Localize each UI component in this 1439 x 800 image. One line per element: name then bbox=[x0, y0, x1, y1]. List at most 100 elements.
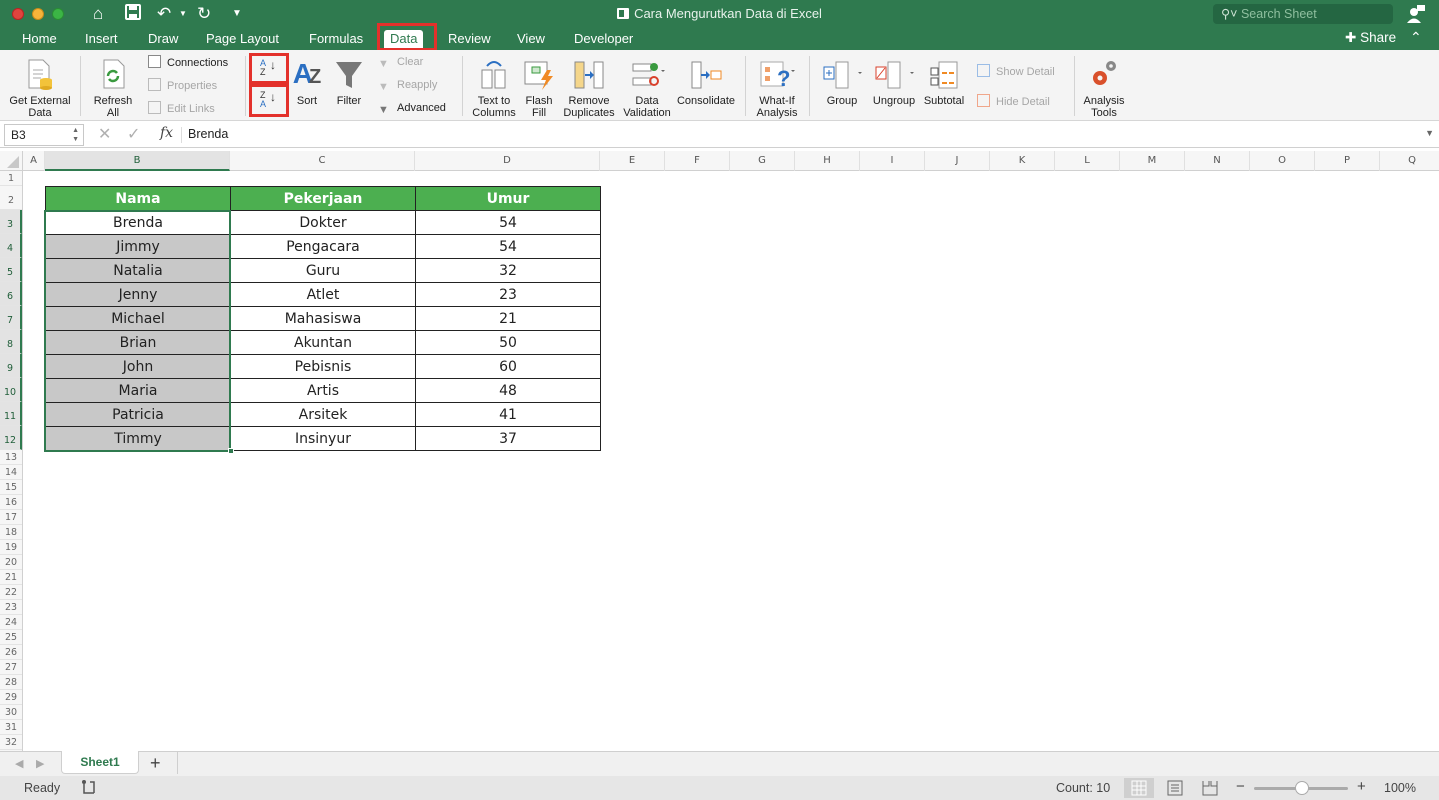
subtotal-button[interactable]: Subtotal bbox=[920, 58, 968, 107]
zoom-level[interactable]: 100% bbox=[1384, 781, 1416, 795]
share-button[interactable]: ✚ Share bbox=[1345, 29, 1396, 47]
cell-pekerjaan[interactable]: Insinyur bbox=[230, 426, 416, 451]
connections-button[interactable]: Connections bbox=[148, 55, 228, 70]
sheet-tab-sheet1[interactable]: Sheet1 bbox=[61, 751, 139, 774]
column-header-q[interactable]: Q bbox=[1380, 151, 1439, 171]
data-validation-button[interactable]: Data Validation bbox=[620, 58, 674, 119]
text-to-columns-button[interactable]: Text to Columns bbox=[468, 58, 520, 119]
tab-developer[interactable]: Developer bbox=[568, 30, 639, 49]
cell-pekerjaan[interactable]: Akuntan bbox=[230, 330, 416, 355]
row-header-31[interactable]: 31 bbox=[0, 720, 22, 735]
column-header-e[interactable]: E bbox=[600, 151, 665, 171]
row-header-11[interactable]: 11 bbox=[0, 402, 22, 426]
cell-umur[interactable]: 50 bbox=[415, 330, 601, 355]
cell-nama[interactable]: John bbox=[45, 354, 231, 379]
get-external-data-button[interactable]: Get External Data bbox=[4, 58, 76, 119]
row-header-4[interactable]: 4 bbox=[0, 234, 22, 258]
group-button[interactable]: Group bbox=[818, 58, 866, 107]
row-header-28[interactable]: 28 bbox=[0, 675, 22, 690]
fill-handle[interactable] bbox=[228, 448, 234, 454]
column-header-h[interactable]: H bbox=[795, 151, 860, 171]
row-header-8[interactable]: 8 bbox=[0, 330, 22, 354]
column-header-l[interactable]: L bbox=[1055, 151, 1120, 171]
row-header-1[interactable]: 1 bbox=[0, 171, 22, 186]
cell-umur[interactable]: 23 bbox=[415, 282, 601, 307]
insert-function-button[interactable]: fx bbox=[160, 125, 173, 141]
row-header-21[interactable]: 21 bbox=[0, 570, 22, 585]
row-header-26[interactable]: 26 bbox=[0, 645, 22, 660]
row-header-19[interactable]: 19 bbox=[0, 540, 22, 555]
column-header-m[interactable]: M bbox=[1120, 151, 1185, 171]
edit-links-button[interactable]: Edit Links bbox=[148, 101, 215, 116]
row-header-9[interactable]: 9 bbox=[0, 354, 22, 378]
row-header-30[interactable]: 30 bbox=[0, 705, 22, 720]
cell-umur[interactable]: 32 bbox=[415, 258, 601, 283]
formula-input[interactable]: Brenda bbox=[188, 127, 228, 141]
cancel-icon[interactable]: ✕ bbox=[98, 124, 111, 144]
select-all-button[interactable] bbox=[0, 151, 23, 171]
cell-nama[interactable]: Jenny bbox=[45, 282, 231, 307]
flash-fill-button[interactable]: Flash Fill bbox=[521, 58, 557, 119]
sort-button[interactable]: AZ Sort bbox=[292, 58, 322, 107]
row-header-18[interactable]: 18 bbox=[0, 525, 22, 540]
row-header-29[interactable]: 29 bbox=[0, 690, 22, 705]
cell-nama[interactable]: Brenda bbox=[45, 210, 231, 235]
collapse-ribbon-icon[interactable]: ⌃ bbox=[1410, 29, 1422, 46]
column-header-g[interactable]: G bbox=[730, 151, 795, 171]
row-header-6[interactable]: 6 bbox=[0, 282, 22, 306]
row-header-23[interactable]: 23 bbox=[0, 600, 22, 615]
normal-view-button[interactable] bbox=[1124, 778, 1154, 798]
row-header-24[interactable]: 24 bbox=[0, 615, 22, 630]
cell-pekerjaan[interactable]: Pebisnis bbox=[230, 354, 416, 379]
row-header-17[interactable]: 17 bbox=[0, 510, 22, 525]
refresh-all-button[interactable]: Refresh All bbox=[87, 58, 139, 119]
row-header-25[interactable]: 25 bbox=[0, 630, 22, 645]
zoom-out-button[interactable]: − bbox=[1236, 778, 1245, 795]
cell-nama[interactable]: Natalia bbox=[45, 258, 231, 283]
tab-draw[interactable]: Draw bbox=[142, 30, 184, 49]
row-header-2[interactable]: 2 bbox=[0, 186, 22, 210]
zoom-slider-thumb[interactable] bbox=[1295, 781, 1309, 795]
cell-umur[interactable]: 41 bbox=[415, 402, 601, 427]
row-header-20[interactable]: 20 bbox=[0, 555, 22, 570]
column-header-i[interactable]: I bbox=[860, 151, 925, 171]
header-pekerjaan[interactable]: Pekerjaan bbox=[230, 186, 416, 211]
page-break-view-button[interactable] bbox=[1195, 778, 1225, 798]
next-sheet-icon[interactable]: ▶ bbox=[36, 757, 44, 770]
row-header-10[interactable]: 10 bbox=[0, 378, 22, 402]
cell-umur[interactable]: 54 bbox=[415, 234, 601, 259]
column-header-a[interactable]: A bbox=[23, 151, 45, 171]
cell-nama[interactable]: Timmy bbox=[45, 426, 231, 451]
ungroup-button[interactable]: Ungroup bbox=[870, 58, 918, 107]
cell-nama[interactable]: Patricia bbox=[45, 402, 231, 427]
row-header-12[interactable]: 12 bbox=[0, 426, 22, 450]
cell-nama[interactable]: Brian bbox=[45, 330, 231, 355]
reapply-button[interactable]: ▼ Reapply bbox=[378, 78, 437, 93]
row-header-3[interactable]: 3 bbox=[0, 210, 22, 234]
row-header-15[interactable]: 15 bbox=[0, 480, 22, 495]
expand-formula-bar-icon[interactable]: ▼ bbox=[1425, 128, 1434, 138]
cell-pekerjaan[interactable]: Guru bbox=[230, 258, 416, 283]
clear-filter-button[interactable]: ▼ Clear bbox=[378, 55, 423, 70]
advanced-filter-button[interactable]: ▼ Advanced bbox=[378, 101, 446, 116]
what-if-analysis-button[interactable]: ? What-If Analysis bbox=[752, 58, 802, 119]
header-umur[interactable]: Umur bbox=[415, 186, 601, 211]
tab-home[interactable]: Home bbox=[16, 30, 63, 49]
cell-pekerjaan[interactable]: Dokter bbox=[230, 210, 416, 235]
row-header-22[interactable]: 22 bbox=[0, 585, 22, 600]
tab-review[interactable]: Review bbox=[442, 30, 497, 49]
row-header-5[interactable]: 5 bbox=[0, 258, 22, 282]
column-header-c[interactable]: C bbox=[230, 151, 415, 171]
cell-pekerjaan[interactable]: Arsitek bbox=[230, 402, 416, 427]
comments-icon[interactable] bbox=[1406, 4, 1426, 24]
row-header-14[interactable]: 14 bbox=[0, 465, 22, 480]
cell-umur[interactable]: 37 bbox=[415, 426, 601, 451]
row-header-7[interactable]: 7 bbox=[0, 306, 22, 330]
prev-sheet-icon[interactable]: ◀ bbox=[15, 757, 23, 770]
cell-nama[interactable]: Maria bbox=[45, 378, 231, 403]
row-header-32[interactable]: 32 bbox=[0, 735, 22, 750]
column-header-p[interactable]: P bbox=[1315, 151, 1380, 171]
cell-pekerjaan[interactable]: Atlet bbox=[230, 282, 416, 307]
cell-nama[interactable]: Michael bbox=[45, 306, 231, 331]
column-header-b[interactable]: B bbox=[45, 151, 230, 171]
